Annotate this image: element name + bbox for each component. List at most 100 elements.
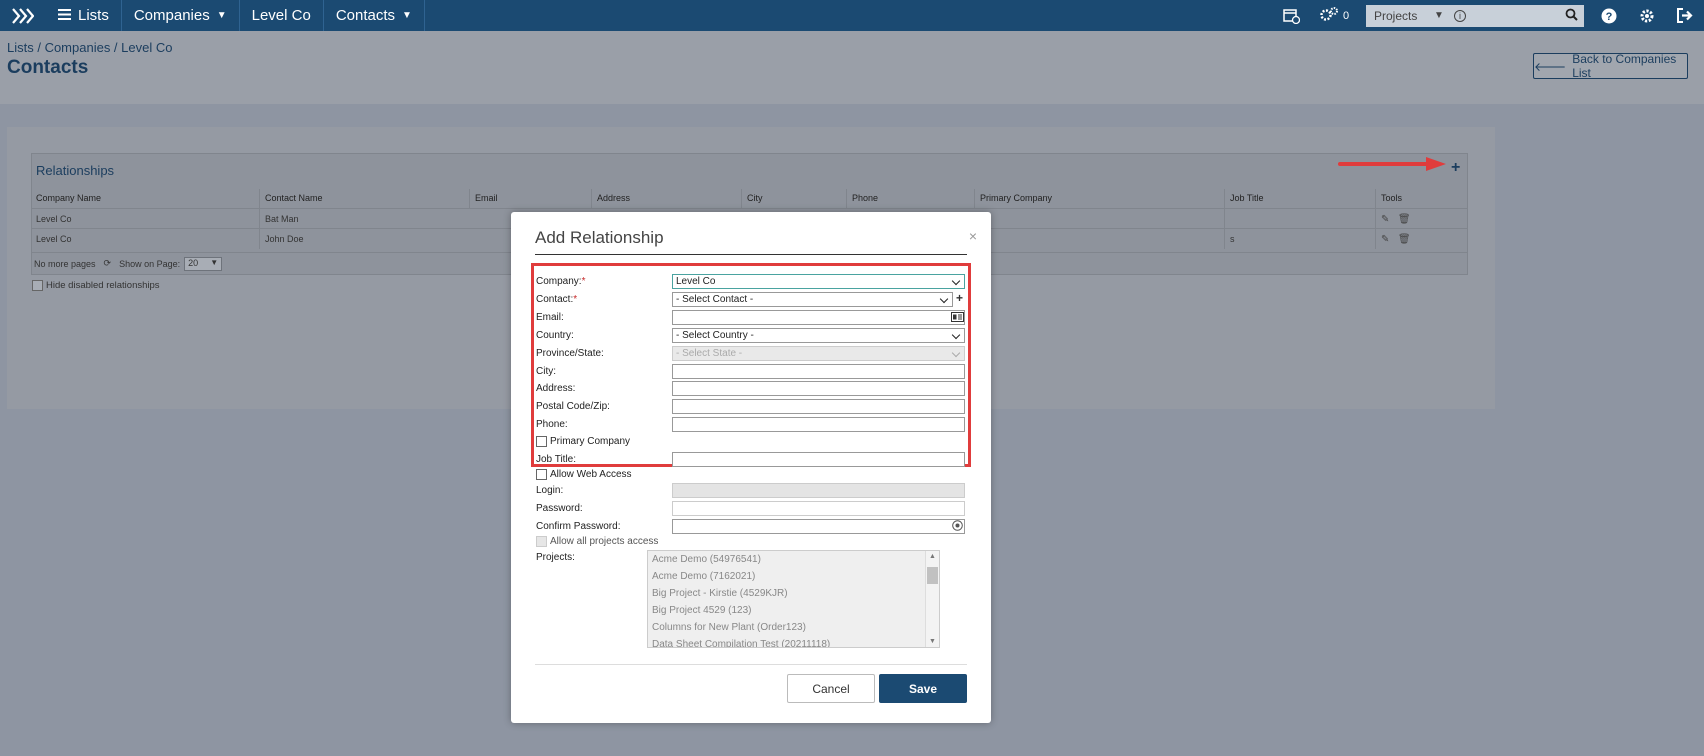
- job-cell: s: [1224, 229, 1375, 249]
- list-item[interactable]: Acme Demo (54976541): [648, 551, 939, 568]
- pager-text: No more pages: [34, 258, 96, 269]
- phone-row: Phone:: [536, 417, 966, 433]
- country-label: Country:: [536, 330, 574, 341]
- settings-gear-icon[interactable]: [1628, 0, 1666, 31]
- state-row: Province/State: - Select State -: [536, 346, 966, 362]
- column-header[interactable]: City: [741, 189, 846, 209]
- svg-text:?: ?: [1606, 11, 1613, 23]
- schedule-icon[interactable]: [1272, 0, 1310, 31]
- dialog-title: Add Relationship: [535, 228, 664, 247]
- projects-scrollbar[interactable]: ▲ ▼: [925, 551, 939, 647]
- page-size-select[interactable]: 20 ▼: [184, 256, 223, 271]
- job-title-row: Job Title:: [536, 452, 966, 468]
- email-row: Email:: [536, 310, 966, 326]
- contact-select[interactable]: - Select Contact -: [672, 292, 953, 307]
- primary-company-toggle[interactable]: Primary Company: [536, 436, 630, 447]
- cancel-button[interactable]: Cancel: [787, 674, 875, 703]
- contact-card-icon[interactable]: [951, 311, 964, 325]
- column-header[interactable]: Company Name: [31, 189, 259, 209]
- address-row: Address:: [536, 381, 966, 397]
- hide-disabled-checkbox[interactable]: [32, 280, 43, 291]
- list-item[interactable]: Acme Demo (7162021): [648, 568, 939, 585]
- column-header[interactable]: Phone: [846, 189, 974, 209]
- chevron-down-icon: ▼: [216, 10, 227, 21]
- nav-level-co[interactable]: Level Co: [240, 0, 324, 31]
- project-select-label: Projects: [1374, 8, 1418, 23]
- info-icon[interactable]: i: [1454, 9, 1466, 22]
- trash-icon[interactable]: 🗑: [1398, 214, 1411, 225]
- company-select[interactable]: Level Co: [672, 274, 965, 289]
- contact-cell: John Doe: [259, 229, 469, 249]
- all-projects-checkbox[interactable]: [536, 536, 547, 547]
- app-logo-icon[interactable]: [0, 0, 46, 31]
- postal-field[interactable]: [672, 399, 965, 414]
- show-on-page-label: Show on Page:: [119, 258, 181, 269]
- country-row: Country: - Select Country -: [536, 328, 966, 344]
- tools-cell: ✎ 🗑: [1375, 209, 1455, 229]
- projects-listbox[interactable]: Acme Demo (54976541) Acme Demo (7162021)…: [647, 550, 940, 648]
- web-access-checkbox[interactable]: [536, 469, 547, 480]
- nav-companies[interactable]: Companies ▼: [122, 0, 240, 31]
- contact-row: Contact:* - Select Contact - +: [536, 291, 966, 308]
- scroll-thumb[interactable]: [927, 567, 938, 584]
- address-field[interactable]: [672, 381, 965, 396]
- confirm-password-label: Confirm Password:: [536, 521, 621, 532]
- trash-icon[interactable]: 🗑: [1398, 234, 1411, 245]
- email-field[interactable]: [672, 310, 965, 325]
- list-item[interactable]: Big Project 4529 (123): [648, 602, 939, 619]
- edit-pencil-icon[interactable]: ✎: [1381, 214, 1389, 225]
- scroll-up-icon[interactable]: ▲: [929, 553, 936, 560]
- close-icon[interactable]: ×: [969, 228, 977, 244]
- divider: [535, 254, 967, 255]
- web-access-toggle[interactable]: Allow Web Access: [536, 469, 632, 480]
- help-icon[interactable]: ?: [1590, 0, 1628, 31]
- nav-lists[interactable]: Lists: [46, 0, 122, 31]
- list-item[interactable]: Big Project - Kirstie (4529KJR): [648, 585, 939, 602]
- column-header[interactable]: Email: [469, 189, 591, 209]
- logout-icon[interactable]: [1666, 0, 1704, 31]
- back-to-companies-button[interactable]: 🡐 Back to Companies List: [1533, 52, 1688, 80]
- primary-company-checkbox[interactable]: [536, 436, 547, 447]
- add-relationship-plus-icon[interactable]: +: [1451, 159, 1460, 177]
- nav-contacts-label: Contacts: [335, 7, 396, 24]
- tasks-gears[interactable]: 0: [1310, 0, 1358, 31]
- confirm-password-row: Confirm Password:: [536, 519, 966, 535]
- breadcrumb[interactable]: Lists / Companies / Level Co: [7, 40, 172, 55]
- edit-pencil-icon[interactable]: ✎: [1381, 234, 1389, 245]
- scroll-down-icon[interactable]: ▼: [929, 638, 936, 645]
- hide-disabled-label: Hide disabled relationships: [46, 280, 160, 291]
- nav-lists-label: Lists: [78, 7, 109, 24]
- list-item[interactable]: Data Sheet Compilation Test (20211118): [648, 636, 939, 647]
- refresh-icon[interactable]: ⟳: [104, 258, 112, 269]
- footer-divider: [535, 664, 967, 665]
- column-header[interactable]: Contact Name: [259, 189, 469, 209]
- search-icon[interactable]: [1565, 8, 1578, 24]
- save-button[interactable]: Save: [879, 674, 967, 703]
- all-projects-toggle[interactable]: Allow all projects access: [536, 536, 658, 547]
- nav-contacts[interactable]: Contacts ▼: [324, 0, 425, 31]
- contact-label: Contact:*: [536, 294, 577, 305]
- hide-disabled-toggle[interactable]: Hide disabled relationships: [32, 280, 160, 291]
- password-reveal-icon[interactable]: [952, 520, 963, 534]
- city-row: City:: [536, 364, 966, 380]
- column-header[interactable]: Primary Company: [974, 189, 1224, 209]
- company-cell: Level Co: [36, 234, 72, 244]
- caret-down-icon: ▼: [210, 257, 219, 267]
- page-title: Contacts: [7, 57, 89, 78]
- list-item[interactable]: Columns for New Plant (Order123): [648, 619, 939, 636]
- job-title-field[interactable]: [672, 452, 965, 467]
- login-row: Login:: [536, 483, 966, 499]
- country-select[interactable]: - Select Country -: [672, 328, 965, 343]
- confirm-password-field[interactable]: [672, 519, 965, 534]
- password-field[interactable]: [672, 501, 965, 516]
- phone-field[interactable]: [672, 417, 965, 432]
- login-field[interactable]: [672, 483, 965, 498]
- required-mark: *: [573, 294, 578, 305]
- state-select[interactable]: - Select State -: [672, 346, 965, 361]
- city-field[interactable]: [672, 364, 965, 379]
- column-header[interactable]: Job Title: [1224, 189, 1375, 209]
- column-header[interactable]: Address: [591, 189, 741, 209]
- project-select[interactable]: Projects ▼ i: [1366, 4, 1584, 27]
- contact-label-text: Contact:: [536, 294, 574, 305]
- add-contact-plus-icon[interactable]: +: [956, 291, 963, 305]
